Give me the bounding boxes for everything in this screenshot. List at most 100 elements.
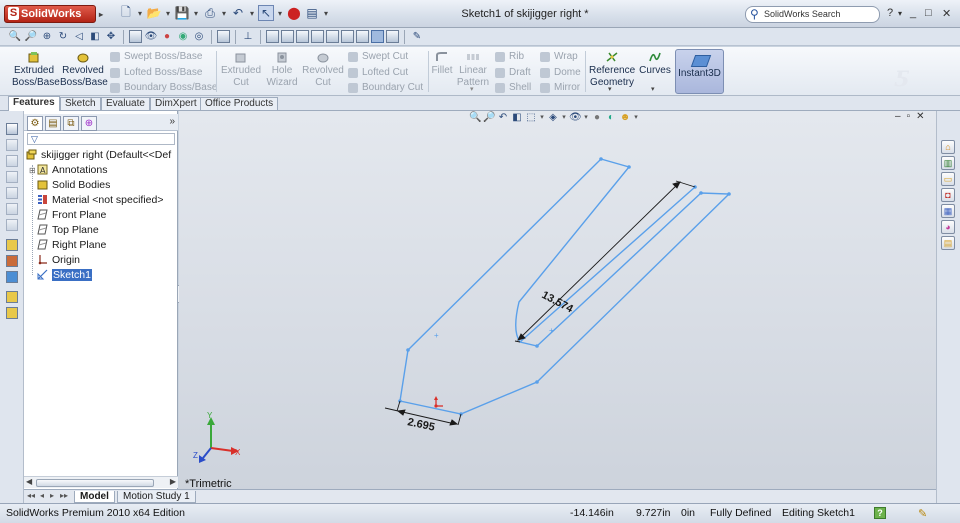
minimize-button[interactable]: _ [910,7,916,19]
save-icon[interactable]: 💾 [174,5,190,21]
extruded-cut-button[interactable]: Extruded Cut [220,51,262,89]
left-strip-icon[interactable] [6,219,18,231]
left-strip-icon[interactable] [6,139,18,151]
properties-dropdown-icon[interactable]: ▾ [322,5,330,21]
help-button[interactable]: ? [887,7,893,19]
sketch-canvas[interactable]: + + 13.574 2.695 Y X Z [179,111,936,492]
tab-prev-icon[interactable]: ◂ [40,491,44,500]
tree-item-sketch1[interactable]: Sketch1 [37,268,92,282]
file-explorer-icon[interactable]: ▭ [941,172,955,186]
sketch-point[interactable] [727,192,731,196]
undo-icon[interactable]: ↶ [230,5,246,21]
appearances-icon[interactable]: ◕ [941,220,955,234]
zoom-in-out-icon[interactable]: ⊕ [40,30,54,44]
apply-scene-icon[interactable]: ◉ [176,30,190,44]
zoom-to-fit-icon[interactable]: 🔍 [8,30,22,44]
normal-to-icon[interactable]: ⊥ [241,30,255,44]
mirror-button[interactable]: Mirror [540,82,580,94]
view-orientation-icon[interactable] [217,30,230,43]
tab-last-icon[interactable]: ▸▸ [60,491,68,500]
sketch-point[interactable] [627,165,631,169]
select-arrow-icon[interactable]: ↖ [258,5,274,21]
solidworks-menu-button[interactable]: SolidWorks ▸ [4,5,103,23]
tree-item-front-plane[interactable]: Front Plane [37,208,106,222]
draft-button[interactable]: Draft [495,67,531,79]
rotate-view-icon[interactable]: ↻ [56,30,70,44]
extruded-boss-button[interactable]: Extruded Boss/Base [12,51,60,89]
lofted-cut-button[interactable]: Lofted Cut [348,67,408,79]
sketch-geometry[interactable] [399,158,731,415]
sketch-point[interactable] [599,157,603,161]
scroll-left-icon[interactable]: ◀ [26,477,32,486]
file-properties-icon[interactable]: ▤ [304,5,320,21]
left-strip-icon[interactable] [6,203,18,215]
featuremanager-tab-icon[interactable]: ⚙ [27,116,43,131]
tree-item-solid-bodies[interactable]: Solid Bodies [37,178,110,192]
sketch-point[interactable] [406,348,410,352]
tab-next-icon[interactable]: ▸ [50,491,54,500]
blocks-icon[interactable] [6,307,18,319]
refgeom-dropdown-icon[interactable]: ▾ [608,85,612,93]
custom-properties-icon[interactable]: ▤ [941,236,955,250]
boundary-boss-button[interactable]: Boundary Boss/Base [110,82,217,94]
close-button[interactable]: ✕ [942,7,951,20]
pan-icon[interactable]: ✥ [104,30,118,44]
hide-show-items-icon[interactable]: 👁 [144,30,158,44]
rebuild-status-icon[interactable]: ✎ [918,507,927,520]
rib-button[interactable]: Rib [495,51,524,63]
expand-plus-icon[interactable]: ⊞ [29,164,36,178]
dimxpertmanager-tab-icon[interactable]: ⊕ [81,116,97,131]
right-view-icon[interactable] [311,30,324,43]
back-view-icon[interactable] [281,30,294,43]
dimetric-view-icon[interactable] [386,30,399,43]
tab-first-icon[interactable]: ◂◂ [27,491,35,500]
trimetric-view-icon[interactable] [371,30,384,43]
left-view-icon[interactable] [296,30,309,43]
zoom-to-area-icon[interactable]: 🔎 [24,30,38,44]
top-view-icon[interactable] [326,30,339,43]
layer-icon[interactable] [6,291,18,303]
boundary-cut-button[interactable]: Boundary Cut [348,82,423,94]
hole-wizard-button[interactable]: Hole Wizard [264,51,300,89]
tree-filter-input[interactable]: ▽ [27,133,175,145]
tab-motion-study-1[interactable]: Motion Study 1 [117,491,196,503]
undo-dropdown-icon[interactable]: ▾ [248,5,256,21]
tab-sketch[interactable]: Sketch [60,97,101,110]
tab-features[interactable]: Features [8,96,60,111]
sketch-point[interactable] [535,344,539,348]
graphics-area[interactable]: 🔍 🔎 ↶ ◧ ⬚ ▾ ◈ ▾ 👁 ▾ ● ◐ ☻ ▾ – ▫ ✕ + + 13… [179,111,936,492]
tab-evaluate[interactable]: Evaluate [101,97,150,110]
lofted-boss-button[interactable]: Lofted Boss/Base [110,67,202,79]
sketch-point[interactable] [699,191,703,195]
left-strip-icon[interactable] [6,123,18,135]
dimension-long[interactable]: 13.574 [514,180,696,343]
tree-item-top-plane[interactable]: Top Plane [37,223,99,237]
tree-item-annotations[interactable]: ⊞ A Annotations [29,163,107,177]
fillet-button[interactable]: Fillet [431,51,453,77]
open-folder-icon[interactable]: 📂 [146,5,162,21]
tree-item-material[interactable]: Material <not specified> [37,193,163,207]
search-input[interactable]: SolidWorks Search [745,6,880,23]
search-results-icon[interactable]: ◘ [941,188,955,202]
scrollbar-thumb[interactable] [36,479,154,487]
swept-boss-button[interactable]: Swept Boss/Base [110,51,202,63]
pattern-dropdown-icon[interactable]: ▾ [470,85,474,93]
curves-button[interactable]: Curves [638,51,672,77]
bottom-view-icon[interactable] [341,30,354,43]
section-view-icon[interactable]: ◧ [88,30,102,44]
display-style-icon[interactable] [129,30,142,43]
sketch-origin-icon[interactable] [434,396,443,408]
propertymanager-tab-icon[interactable]: ▤ [45,116,61,131]
dome-button[interactable]: Dome [540,67,581,79]
tab-office-products[interactable]: Office Products [200,97,279,110]
quick-tips-help-icon[interactable]: ? [874,507,886,519]
sketch-outline[interactable] [399,158,731,415]
revolved-cut-button[interactable]: Revolved Cut [301,51,345,89]
smart-dimension-icon[interactable] [6,239,18,251]
front-view-icon[interactable] [266,30,279,43]
sketch-point[interactable] [535,380,539,384]
sketch-inner-line[interactable] [519,186,696,343]
dimension-value-long[interactable]: 13.574 [540,289,576,316]
left-strip-icon[interactable] [6,171,18,183]
rebuild-traffic-light-icon[interactable]: ⬤ [286,5,302,21]
